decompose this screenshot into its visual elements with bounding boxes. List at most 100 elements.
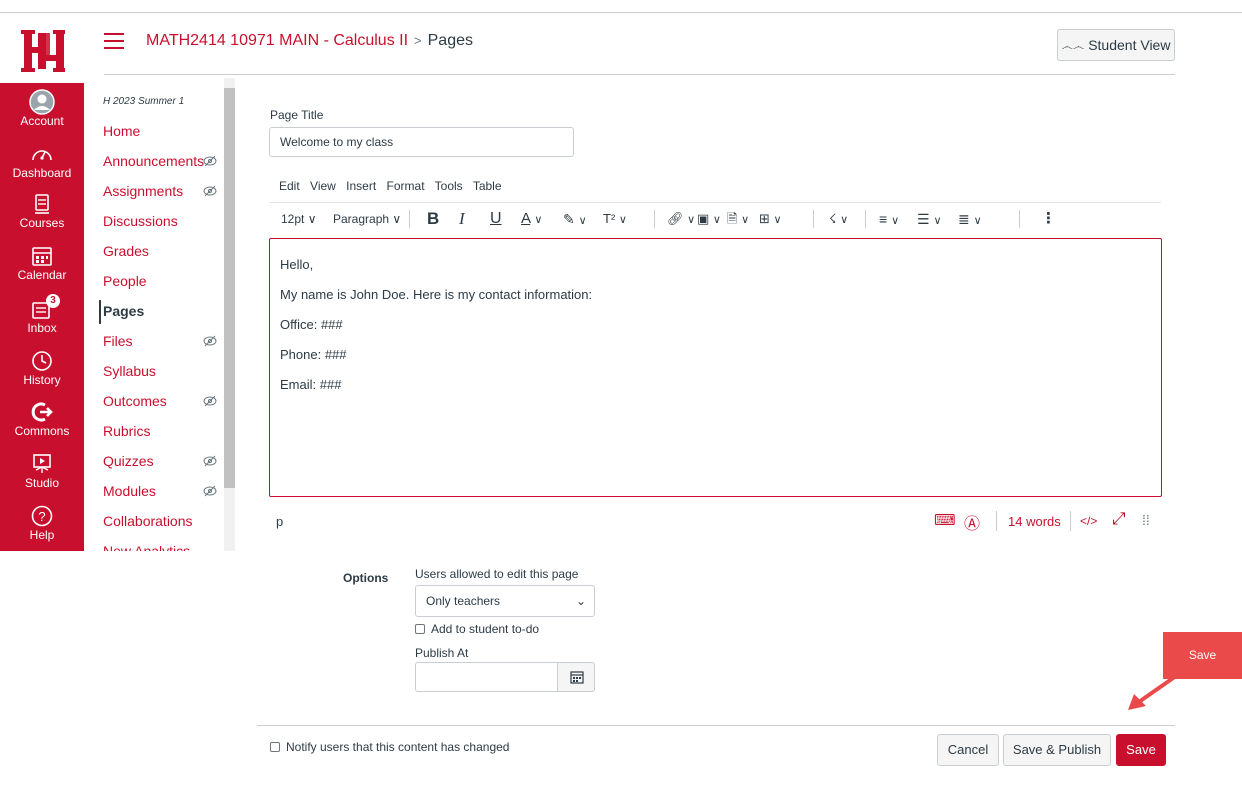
chevron-down-icon: ∨: [534, 214, 543, 226]
more-options-button[interactable]: ⋮: [1041, 208, 1056, 230]
list-button[interactable]: ☰ ∨: [917, 208, 942, 230]
student-view-button[interactable]: ෴෴ Student View: [1057, 29, 1175, 61]
nav-account[interactable]: Account: [0, 89, 84, 128]
rich-content-editor[interactable]: Hello, My name is John Doe. Here is my c…: [269, 238, 1162, 497]
course-nav-assignments[interactable]: Assignments: [103, 183, 183, 199]
hidden-eye-icon: [203, 155, 217, 167]
notify-checkbox[interactable]: [270, 742, 280, 752]
highlight-color-button[interactable]: ✎ ∨: [563, 208, 587, 230]
underline-button[interactable]: U: [490, 208, 502, 230]
align-button[interactable]: ≡ ∨: [879, 208, 899, 230]
indent-icon: ≣: [958, 211, 970, 227]
todo-checkbox[interactable]: [415, 624, 425, 634]
course-nav-grades[interactable]: Grades: [103, 243, 149, 259]
course-nav-scroll-thumb[interactable]: [224, 88, 235, 488]
chevron-down-icon: ∨: [687, 214, 696, 226]
superscript-button[interactable]: T² ∨: [603, 208, 627, 230]
page-title-label: Page Title: [270, 108, 324, 122]
chevron-down-icon: ∨: [618, 214, 627, 226]
course-navigation: H 2023 Summer 1 Home Announcements Assig…: [90, 78, 236, 551]
cancel-button[interactable]: Cancel: [937, 734, 999, 766]
toolbar-divider: [269, 202, 1161, 203]
chevron-down-icon: ∨: [578, 215, 587, 227]
html-editor-toggle[interactable]: </>: [1080, 514, 1097, 528]
document-button[interactable]: 🗎︎ ∨: [727, 208, 749, 230]
course-nav-discussions[interactable]: Discussions: [103, 213, 178, 229]
nav-studio[interactable]: Studio: [0, 451, 84, 490]
breadcrumb-course-link[interactable]: MATH2414 10971 MAIN - Calculus II: [146, 32, 408, 49]
student-todo-option[interactable]: Add to student to-do: [415, 622, 539, 636]
date-picker-button[interactable]: [557, 662, 595, 692]
course-nav-files[interactable]: Files: [103, 333, 133, 349]
notify-label: Notify users that this content has chang…: [286, 740, 510, 754]
menu-table[interactable]: Table: [473, 179, 502, 193]
nav-help[interactable]: ? Help: [0, 503, 84, 542]
hidden-eye-icon: [203, 185, 217, 197]
save-and-publish-button[interactable]: Save & Publish: [1003, 734, 1111, 766]
document-icon: 🗎︎: [727, 211, 738, 226]
course-nav-people[interactable]: People: [103, 273, 147, 289]
breadcrumb-current: Pages: [427, 32, 473, 49]
menu-format[interactable]: Format: [387, 179, 425, 193]
course-nav-syllabus[interactable]: Syllabus: [103, 363, 156, 379]
course-nav-quizzes[interactable]: Quizzes: [103, 453, 154, 469]
apps-button[interactable]: ⊞ ∨: [759, 208, 782, 230]
italic-button[interactable]: I: [459, 208, 465, 230]
publish-at-input[interactable]: [415, 662, 558, 692]
course-nav-new-analytics[interactable]: New Analytics: [103, 543, 190, 551]
edit-permission-select[interactable]: Only teachers ⌄: [415, 585, 595, 617]
chevron-down-icon: ∨: [891, 215, 900, 227]
fullscreen-icon[interactable]: ⤢: [1112, 509, 1126, 529]
page-title-input[interactable]: [269, 127, 574, 157]
bullet-list-icon: ☰: [917, 211, 930, 227]
nav-dashboard[interactable]: Dashboard: [0, 141, 84, 180]
course-nav-home[interactable]: Home: [103, 123, 140, 139]
text-color-button[interactable]: A ∨: [521, 208, 542, 230]
course-nav-rubrics[interactable]: Rubrics: [103, 423, 150, 439]
image-button[interactable]: ▣ ∨: [697, 208, 721, 230]
indent-button[interactable]: ≣ ∨: [958, 208, 982, 230]
chevron-down-icon: ⌄: [575, 594, 586, 608]
menu-edit[interactable]: Edit: [279, 179, 300, 193]
chevron-down-icon: ∨: [307, 212, 317, 226]
notify-users-option[interactable]: Notify users that this content has chang…: [270, 740, 509, 754]
nav-calendar-label: Calendar: [17, 268, 67, 282]
element-path[interactable]: p: [276, 514, 283, 529]
course-nav-announcements[interactable]: Announcements: [103, 153, 204, 169]
link-button[interactable]: 🔗︎ ∨: [667, 208, 695, 230]
course-nav-outcomes[interactable]: Outcomes: [103, 393, 167, 409]
course-nav-modules[interactable]: Modules: [103, 483, 156, 499]
word-count[interactable]: 14 words: [1008, 514, 1061, 529]
course-nav-collaborations[interactable]: Collaborations: [103, 513, 193, 529]
courses-icon: [35, 194, 49, 214]
keyboard-shortcuts-icon[interactable]: ⌨: [934, 511, 956, 529]
menu-tools[interactable]: Tools: [435, 179, 463, 193]
nav-account-label: Account: [20, 114, 64, 128]
bold-button[interactable]: B: [427, 208, 439, 230]
course-menu-toggle[interactable]: [104, 33, 124, 49]
commons-icon: [31, 402, 53, 422]
font-size-dropdown[interactable]: 12pt ∨: [281, 208, 317, 230]
menu-insert[interactable]: Insert: [346, 179, 376, 193]
block-format-dropdown[interactable]: Paragraph ∨: [333, 208, 401, 230]
resize-handle-icon[interactable]: ⁞⁞: [1142, 512, 1150, 528]
nav-commons-label: Commons: [14, 424, 70, 438]
chevron-down-icon: ∨: [840, 214, 849, 226]
editor-statusbar: p ⌨ Ⓐ 14 words </> ⤢ ⁞⁞: [270, 509, 1162, 535]
nav-inbox[interactable]: 3 Inbox: [0, 294, 84, 335]
image-icon: ▣: [697, 211, 710, 226]
nav-history[interactable]: History: [0, 348, 84, 387]
course-nav-pages[interactable]: Pages: [103, 303, 144, 319]
nav-courses[interactable]: Courses: [0, 191, 84, 230]
uh-logo[interactable]: [21, 30, 65, 72]
lti-tools-button[interactable]: ☇ ∨: [829, 208, 848, 230]
accessibility-checker-icon[interactable]: Ⓐ: [964, 510, 980, 534]
callout-arrow-icon: [1128, 674, 1178, 710]
content-paragraph: Office: ###: [280, 317, 343, 332]
menu-view[interactable]: View: [310, 179, 336, 193]
breadcrumb-separator: >: [414, 33, 422, 48]
hidden-eye-icon: [203, 395, 217, 407]
save-button[interactable]: Save: [1116, 734, 1166, 766]
nav-calendar[interactable]: Calendar: [0, 243, 84, 282]
nav-commons[interactable]: Commons: [0, 399, 84, 438]
